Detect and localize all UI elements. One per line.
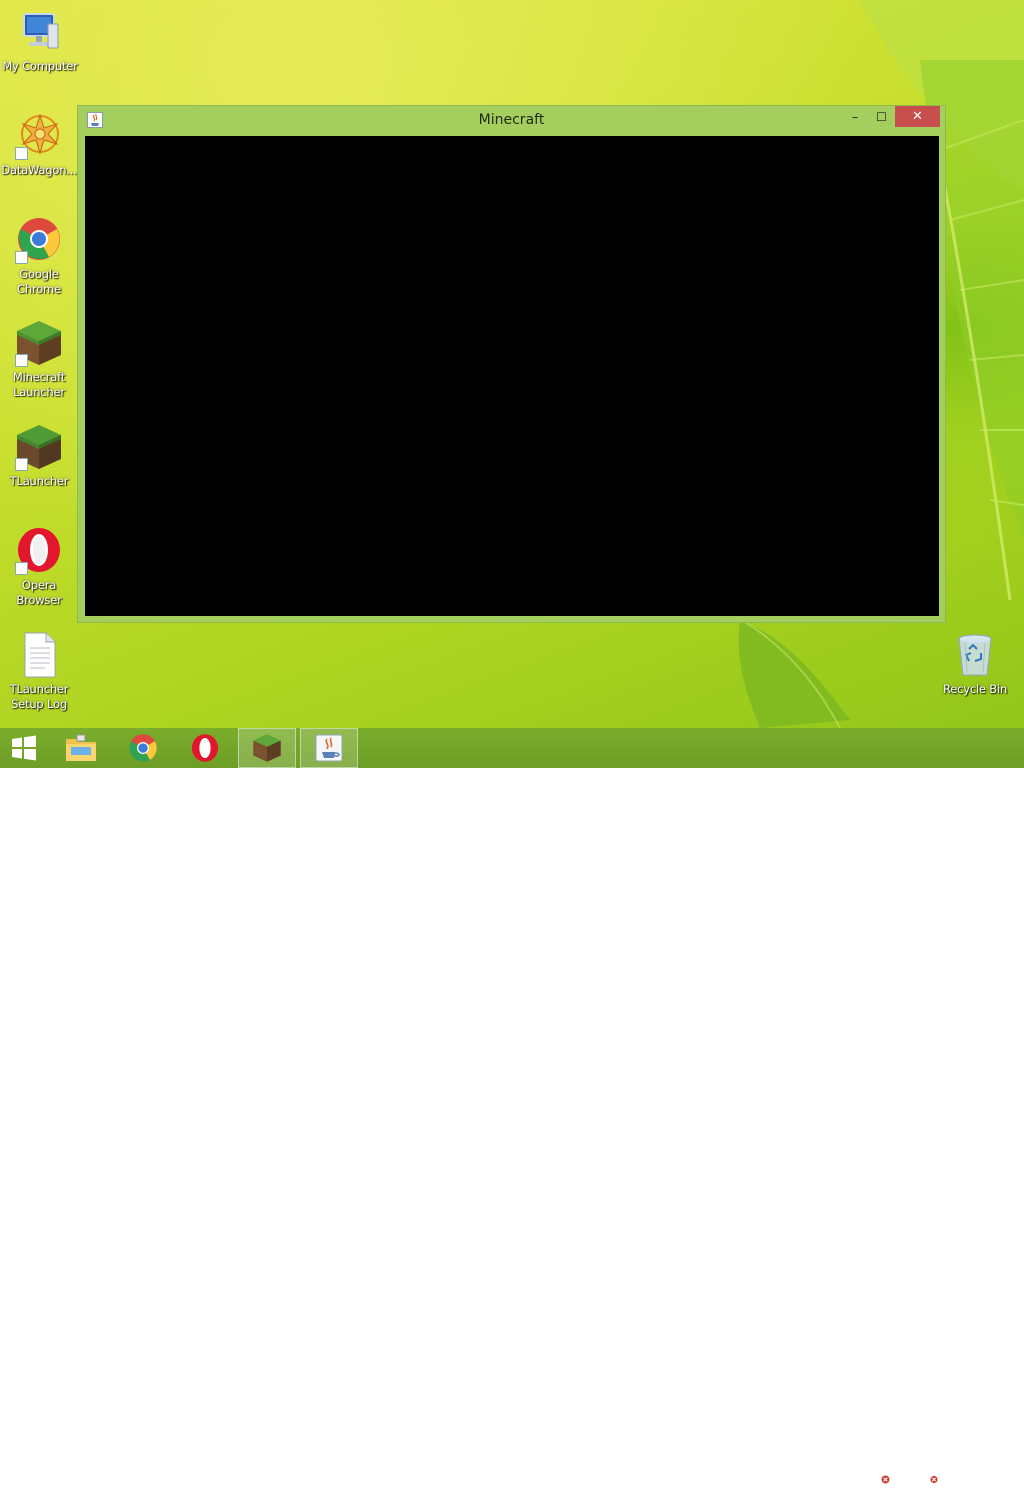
taskbar-chrome[interactable] xyxy=(118,728,168,768)
shortcut-arrow-icon xyxy=(15,458,28,471)
taskbar: ▲ 2:26 PM 2/28/2022 xyxy=(0,728,1024,1491)
desktop-icon-my-computer[interactable]: My Computer xyxy=(0,8,80,74)
desktop-icon-minecraft-launcher[interactable]: Minecraft Launcher xyxy=(0,319,79,400)
minecraft-window: Minecraft – ☐ ✕ xyxy=(77,105,946,623)
desktop-icon-label: Google Chrome xyxy=(17,267,61,296)
desktop: My Computer DataWagon... Google Chrome M… xyxy=(0,0,1024,728)
clock-date: 2/28/2022 xyxy=(951,1477,1011,1491)
close-button[interactable]: ✕ xyxy=(895,106,940,127)
shortcut-arrow-icon xyxy=(15,251,28,264)
shortcut-arrow-icon xyxy=(15,562,28,575)
shortcut-arrow-icon xyxy=(15,147,28,160)
opera-icon xyxy=(191,734,219,762)
desktop-icon-label: My Computer xyxy=(2,59,78,73)
window-title: Minecraft xyxy=(478,112,545,128)
desktop-icon-tlauncher-setup-log[interactable]: TLauncher Setup Log xyxy=(0,631,79,712)
grass-block-icon xyxy=(15,423,63,471)
desktop-icon-label: Minecraft Launcher xyxy=(12,370,66,399)
desktop-icon-opera-browser[interactable]: Opera Browser xyxy=(0,527,79,608)
desktop-icon-label: Opera Browser xyxy=(16,578,62,607)
desktop-icon-label: TLauncher Setup Log xyxy=(9,682,69,711)
shortcut-arrow-icon xyxy=(15,354,28,367)
clock-time: 2:26 PM xyxy=(957,1460,1005,1474)
taskbar-minecraft[interactable] xyxy=(238,728,296,768)
datawagon-icon xyxy=(15,112,63,160)
network-icon[interactable] xyxy=(898,1468,914,1484)
desktop-icon-label: DataWagon... xyxy=(1,163,77,177)
start-button[interactable] xyxy=(0,728,48,768)
taskbar-file-explorer[interactable] xyxy=(56,728,106,768)
computer-icon xyxy=(16,8,64,56)
desktop-icon-label: Recycle Bin xyxy=(942,682,1008,696)
chrome-icon xyxy=(15,216,63,264)
chrome-icon xyxy=(129,734,157,762)
desktop-icon-tlauncher[interactable]: TLauncher xyxy=(0,423,79,489)
java-icon xyxy=(315,734,343,762)
desktop-icon-recycle-bin[interactable]: Recycle Bin xyxy=(935,631,1015,697)
show-hidden-icons-chevron[interactable]: ▲ xyxy=(850,1468,866,1484)
file-explorer-icon xyxy=(66,734,96,761)
minecraft-icon xyxy=(253,734,281,762)
taskbar-java[interactable] xyxy=(300,728,358,768)
taskbar-clock[interactable]: 2:26 PM 2/28/2022 xyxy=(948,1459,1014,1493)
minimize-button[interactable]: – xyxy=(842,106,868,127)
game-canvas[interactable] xyxy=(85,136,939,616)
desktop-icon-label: TLauncher xyxy=(9,474,69,488)
start-icon xyxy=(12,735,36,761)
opera-icon xyxy=(15,527,63,575)
grass-block-icon xyxy=(15,319,63,367)
desktop-icon-google-chrome[interactable]: Google Chrome xyxy=(0,216,79,297)
volume-muted-icon[interactable] xyxy=(922,1468,938,1484)
window-titlebar[interactable]: Minecraft – ☐ ✕ xyxy=(78,106,945,136)
action-center-flag-icon[interactable] xyxy=(874,1468,890,1484)
recycle-bin-icon xyxy=(951,631,999,679)
text-document-icon xyxy=(15,631,63,679)
maximize-button[interactable]: ☐ xyxy=(868,106,895,127)
desktop-icon-datawagon[interactable]: DataWagon... xyxy=(0,112,79,178)
taskbar-opera[interactable] xyxy=(180,728,230,768)
